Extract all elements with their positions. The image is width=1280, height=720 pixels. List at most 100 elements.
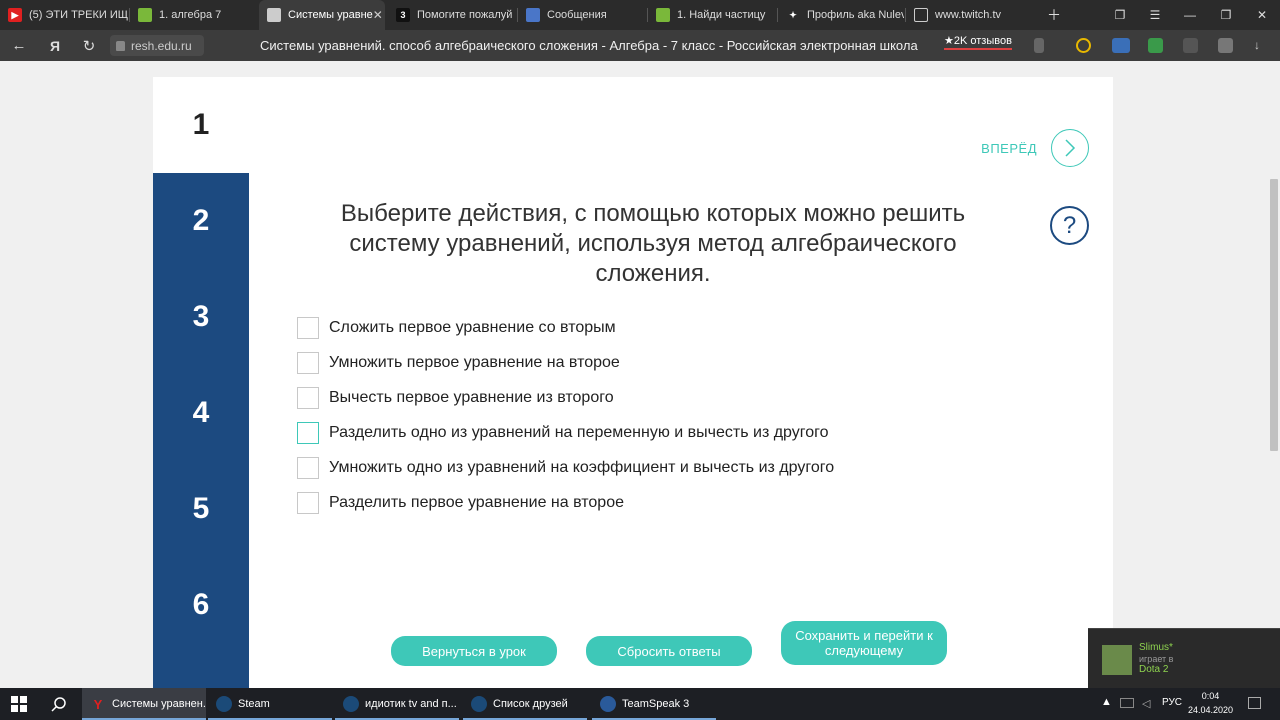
page-scrollbar[interactable] [1268,61,1280,688]
scrollbar-thumb[interactable] [1270,179,1278,451]
help-button[interactable]: ? [1050,206,1089,245]
lock-icon [116,40,125,51]
option-label: Вычесть первое уравнение из второго [329,389,614,406]
time: 0:04 [1201,691,1220,701]
checkbox[interactable] [297,457,319,479]
tab-twitch[interactable]: www.twitch.tv [906,0,1034,30]
windows-icon [11,696,27,712]
extension-icon[interactable] [1112,38,1130,53]
tab-label: Системы уравне [288,9,373,21]
taskbar-item-steam[interactable]: Steam [208,688,332,720]
page-title: Системы уравнений. способ алгебраическог… [260,38,918,53]
extension-icon[interactable] [1148,38,1163,53]
tab-label: Помогите пожалуй [417,9,513,21]
tab-label: (5) ЭТИ ТРЕКИ ИЩУ [29,9,128,21]
teamspeak-icon [600,696,616,712]
tabs-list-button[interactable]: ❐ [1102,0,1138,30]
forward-button[interactable]: ВПЕРЁД [981,129,1089,167]
youtube-icon: ▶ [8,8,22,22]
question-icon: ? [1062,211,1077,239]
friend-game: Dota 2 [1139,664,1169,675]
step-filler [153,653,249,688]
taskbar-label: TeamSpeak 3 [622,698,690,710]
tab-label: www.twitch.tv [935,9,1002,21]
start-button[interactable] [0,688,38,720]
answer-option[interactable]: Умножить одно из уравнений на коэффициен… [297,456,834,480]
tab-youtube[interactable]: ▶ (5) ЭТИ ТРЕКИ ИЩУ [0,0,128,30]
step-sidebar: 1 2 3 4 5 6 [153,77,249,688]
steam-icon [343,696,359,712]
search-button[interactable] [40,688,78,720]
back-button[interactable]: ← [6,30,32,61]
tab-help[interactable]: 3 Помогите пожалуй [388,0,516,30]
clock[interactable]: 0:04 24.04.2020 [1188,689,1233,717]
step-3[interactable]: 3 [153,269,249,365]
tab-algebra[interactable]: 1. алгебра 7 [130,0,258,30]
tab-systems-active[interactable]: Системы уравне ✕ [259,0,385,30]
book-icon [138,8,152,22]
url-field[interactable]: resh.edu.ru [110,35,204,56]
volume-icon[interactable]: ◁ [1142,697,1150,710]
checkbox[interactable] [297,317,319,339]
taskbar-label: Steam [238,698,270,710]
reload-button[interactable]: ↻ [76,30,102,61]
steam-icon [216,696,232,712]
extension-icon[interactable] [1183,38,1198,53]
test-card: 1 2 3 4 5 6 ВПЕРЁД ? Выберите действия, … [153,77,1113,688]
answer-option[interactable]: Разделить первое уравнение на второе [297,491,624,515]
avatar [1102,645,1132,675]
answer-option[interactable]: Сложить первое уравнение со вторым [297,316,616,340]
window-close-button[interactable]: ✕ [1244,0,1280,30]
taskbar-item-friends[interactable]: Список друзей [463,688,587,720]
book-icon [656,8,670,22]
tab-particle[interactable]: 1. Найди частицу [648,0,776,30]
taskbar-item-teamspeak[interactable]: TeamSpeak 3 [592,688,716,720]
yandex-home-button[interactable]: Я [42,30,68,61]
menu-button[interactable]: ☰ [1137,0,1173,30]
chevron-up-icon[interactable]: ▲ [1101,696,1112,708]
step-1[interactable]: 1 [153,77,249,173]
checkbox[interactable] [297,352,319,374]
page-content: 1 2 3 4 5 6 ВПЕРЁД ? Выберите действия, … [0,61,1268,688]
tab-label: 1. алгебра 7 [159,9,222,21]
checkbox[interactable] [297,387,319,409]
tabs-icon: ❐ [1114,8,1126,22]
page-icon [267,8,281,22]
step-4[interactable]: 4 [153,365,249,461]
steam-notification[interactable]: Slimus* играет в Dota 2 [1088,628,1280,688]
step-2[interactable]: 2 [153,173,249,269]
answer-option[interactable]: Разделить одно из уравнений на переменну… [297,421,829,445]
step-6[interactable]: 6 [153,557,249,653]
reset-answers-button[interactable]: Сбросить ответы [586,636,752,666]
new-tab-button[interactable]: ＋ [1036,0,1072,30]
chevron-right-icon [1051,129,1089,167]
bookmark-icon[interactable] [1034,38,1044,53]
tab-messages[interactable]: Сообщения [518,0,646,30]
back-to-lesson-button[interactable]: Вернуться в урок [391,636,557,666]
messages-icon [526,8,540,22]
minimize-button[interactable]: — [1172,0,1208,30]
profile-icon: ✦ [789,9,797,20]
close-icon[interactable]: ✕ [373,8,383,22]
checkbox[interactable] [297,422,319,444]
tab-label: Сообщения [547,9,607,21]
checkbox[interactable] [297,492,319,514]
save-and-next-button[interactable]: Сохранить и перейти к следующему [781,621,947,665]
taskbar-item-steam-chat[interactable]: идиотик tv and п... [335,688,459,720]
notifications-icon[interactable] [1248,697,1261,709]
extension-icon[interactable] [1076,38,1091,53]
step-5[interactable]: 5 [153,461,249,557]
extension-icon[interactable] [1218,38,1233,53]
taskbar-item-browser[interactable]: Y Системы уравнен... [82,688,206,720]
minimize-icon: — [1184,8,1196,22]
answer-option[interactable]: Вычесть первое уравнение из второго [297,386,614,410]
answer-option[interactable]: Умножить первое уравнение на второе [297,351,620,375]
reviews-badge[interactable]: ★2K отзывов [944,34,1012,50]
taskbar-label: Системы уравнен... [112,698,206,710]
restore-button[interactable]: ❐ [1208,0,1244,30]
network-icon[interactable] [1120,698,1134,708]
steam-icon [471,696,487,712]
download-icon[interactable]: ↓ [1254,38,1269,53]
tab-profile[interactable]: ✦ Профиль aka Nulev [778,0,904,30]
language-indicator[interactable]: РУС [1162,697,1182,708]
